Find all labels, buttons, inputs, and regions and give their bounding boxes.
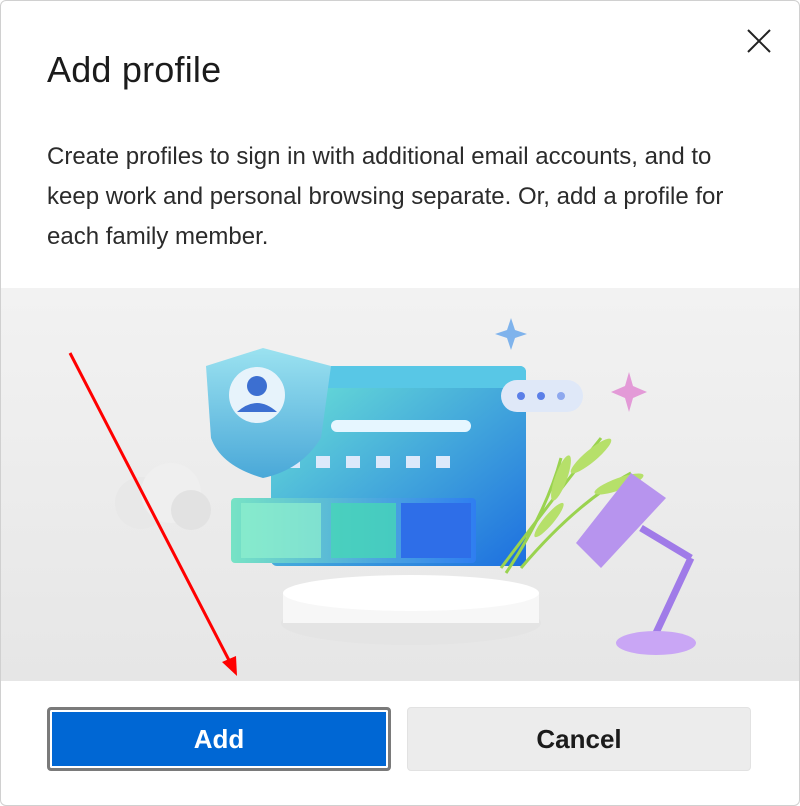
close-button[interactable]	[739, 21, 779, 61]
profile-illustration	[1, 288, 799, 681]
add-profile-dialog: Add profile Create profiles to sign in w…	[0, 0, 800, 806]
add-button[interactable]: Add	[47, 707, 391, 771]
dialog-title: Add profile	[47, 49, 222, 90]
cancel-button[interactable]: Cancel	[407, 707, 751, 771]
dialog-description: Create profiles to sign in with addition…	[47, 143, 724, 250]
close-icon	[747, 29, 771, 53]
